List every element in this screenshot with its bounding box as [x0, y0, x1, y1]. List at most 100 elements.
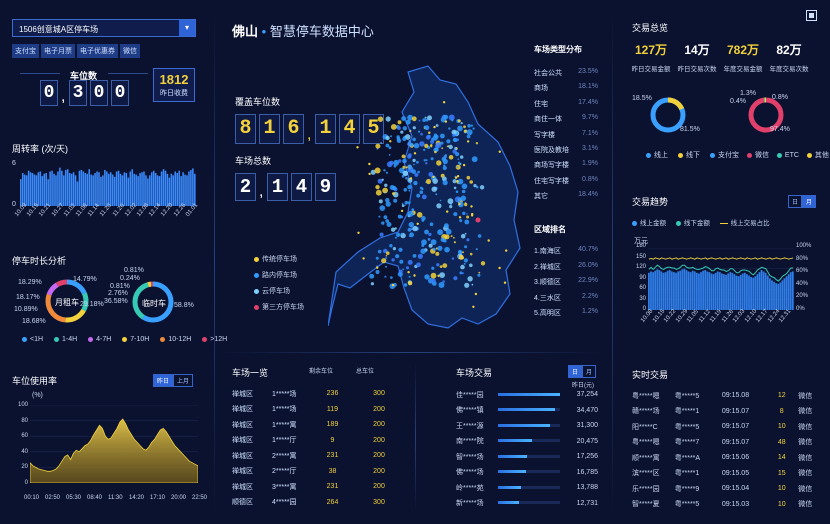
table-row[interactable]: 阳*****C 粤*****5 09:15.07 10 微信 — [632, 419, 816, 435]
map-dot — [439, 199, 442, 202]
table-cell: 09:15.04 — [721, 485, 750, 493]
table-row[interactable]: 岭*****苑 13,788 — [456, 480, 598, 496]
trade-btn-day[interactable]: 日 — [568, 365, 583, 378]
map-legend-item[interactable]: 路内停车场 — [254, 268, 304, 284]
table-row[interactable]: 禅城区 1*****场 119 200 — [232, 402, 402, 418]
lot-trade-toggle: 日月 — [568, 365, 597, 378]
table-cell: 粤*****5 — [674, 423, 700, 431]
turnover-bar — [55, 175, 57, 206]
table-cell: 300 — [373, 390, 385, 398]
table-row[interactable]: 禅城区 1*****寓 189 200 — [232, 417, 402, 433]
map-dot — [421, 219, 425, 222]
lot-list-table: 禅城区 1*****场 236 300 禅城区 1*****场 119 200 禅城区 1****… — [232, 386, 402, 510]
legend-item: >12H — [210, 336, 228, 343]
table-cell: 231 — [326, 452, 339, 460]
table-cell: 微信 — [798, 439, 813, 447]
map-dot — [398, 159, 402, 163]
map-dot — [441, 147, 444, 150]
spaces-underline-2 — [108, 73, 148, 74]
table-row[interactable]: 滨*****区 粤*****1 09:15.05 15 微信 — [632, 466, 816, 482]
trend-bar-online — [723, 274, 725, 310]
trend-btn-month[interactable]: 月 — [802, 195, 817, 208]
table-row[interactable]: 禅城区 2*****寓 231 200 — [232, 448, 402, 464]
table-cell: 09:15.05 — [721, 469, 750, 477]
table-row[interactable]: 粤*****嗯 粤*****7 09:15.07 48 微信 — [632, 435, 816, 451]
city-map[interactable] — [328, 62, 534, 338]
map-dot — [466, 129, 473, 136]
table-row[interactable]: 赣*****场 粤*****1 09:15.07 8 微信 — [632, 404, 816, 420]
map-legend-item[interactable]: 传统停车场 — [254, 252, 304, 268]
table-row[interactable]: 顺*****寓 粤*****A 09:15.06 14 微信 — [632, 450, 816, 466]
table-row[interactable]: 王*****源 31,300 — [456, 418, 598, 434]
map-dot — [462, 163, 466, 167]
type-list: 社会公共 23.5% 商场 18.1% 住宅 17.4% 商住一体 9.7% 写字楼 7.1% 医院… — [534, 68, 598, 207]
table-row[interactable]: 佳*****园 37,254 — [456, 387, 598, 403]
table-row[interactable]: 禅城区 1*****厅 9 200 — [232, 433, 402, 449]
spaces-sep: , — [61, 88, 66, 105]
table-cell: 3*****寓 — [272, 483, 297, 491]
table-row[interactable]: 粤*****嗯 粤*****5 09:15.08 12 微信 — [632, 388, 816, 404]
table-row[interactable]: 禅城区 3*****寓 231 200 — [232, 479, 402, 495]
map-dot — [407, 227, 412, 232]
table-row[interactable]: 禅城区 2*****厅 38 200 — [232, 464, 402, 480]
map-dot — [416, 160, 419, 164]
table-row[interactable]: 禅城区 1*****场 236 300 — [232, 386, 402, 402]
trend-bar-online — [689, 272, 692, 310]
table-cell: 微信 — [798, 392, 813, 400]
trend-bar-online — [687, 271, 690, 310]
map-dot — [368, 162, 371, 166]
rank-list: 1.南海区 40.7% 2.禅城区 26.0% 3.顺德区 22.9% 4.三水区 2.2% 5… — [534, 246, 598, 324]
fullscreen-icon[interactable] — [806, 10, 817, 21]
table-row[interactable]: 新*****场 12,731 — [456, 496, 598, 512]
usage-btn-yesterday[interactable]: 昨日 — [153, 374, 174, 387]
map-dot — [392, 247, 396, 251]
table-row[interactable]: 乐*****园 粤*****9 09:15.04 10 微信 — [632, 481, 816, 497]
tag-alipay[interactable]: 支付宝 — [12, 44, 39, 58]
trend-y2-label: 20% — [796, 293, 809, 300]
map-legend-item[interactable]: 云停车场 — [254, 284, 304, 300]
tag-monthly-ticket[interactable]: 电子月票 — [41, 44, 75, 58]
map-dot — [454, 176, 458, 179]
trend-bar-online — [712, 274, 715, 310]
trade-name: 佛*****场 — [456, 469, 484, 477]
trend-bar-online — [762, 271, 765, 310]
tag-wechat[interactable]: 微信 — [120, 44, 140, 58]
table-cell: 禅城区 — [232, 390, 253, 398]
map-dot — [469, 263, 473, 268]
table-row[interactable]: 智*****夏 粤*****5 09:15.03 10 微信 — [632, 497, 816, 513]
table-row[interactable]: 佛*****镇 34,470 — [456, 403, 598, 419]
map-dot — [428, 243, 433, 248]
map-dot — [448, 144, 453, 150]
table-cell: 200 — [373, 467, 385, 475]
trend-btn-day[interactable]: 日 — [788, 195, 803, 208]
map-dot — [434, 150, 437, 154]
turnover-bar — [129, 171, 132, 206]
map-dot — [390, 135, 393, 138]
table-cell: 粤*****A — [674, 454, 701, 462]
chevron-down-icon[interactable]: ▾ — [179, 20, 195, 36]
map-dot — [425, 162, 428, 165]
trend-y-labels: 180 150 120 90 60 30 0 — [626, 243, 646, 312]
table-cell: 48 — [777, 438, 786, 446]
map-legend-item[interactable]: 第三方停车场 — [254, 300, 304, 316]
trade-btn-month[interactable]: 月 — [582, 365, 597, 378]
map-dot — [456, 166, 458, 168]
table-row[interactable]: 智*****场 17,256 — [456, 449, 598, 465]
table-row[interactable]: 南*****院 20,475 — [456, 434, 598, 450]
table-row[interactable]: 佛*****场 16,785 — [456, 465, 598, 481]
trend-y-label: 30 — [639, 295, 646, 302]
map-legend-label: 传统停车场 — [262, 256, 297, 263]
trend-bar-online — [716, 271, 719, 310]
usage-btn-lastmonth[interactable]: 上月 — [173, 374, 194, 387]
map-legend-label: 路内停车场 — [262, 272, 297, 279]
trend-bar-online — [708, 272, 711, 310]
map-dot — [473, 184, 477, 188]
table-row[interactable]: 顺德区 4*****园 264 300 — [232, 495, 402, 511]
map-dot — [460, 264, 465, 270]
tag-coupon[interactable]: 电子优惠券 — [77, 44, 118, 58]
map-dot — [397, 214, 402, 219]
trend-bar-online — [718, 272, 721, 310]
lot-select[interactable]: 1506创意城A区停车场 ▾ — [12, 19, 196, 37]
map-legend-label: 云停车场 — [262, 288, 290, 295]
legend-item: 4-7H — [96, 336, 112, 343]
